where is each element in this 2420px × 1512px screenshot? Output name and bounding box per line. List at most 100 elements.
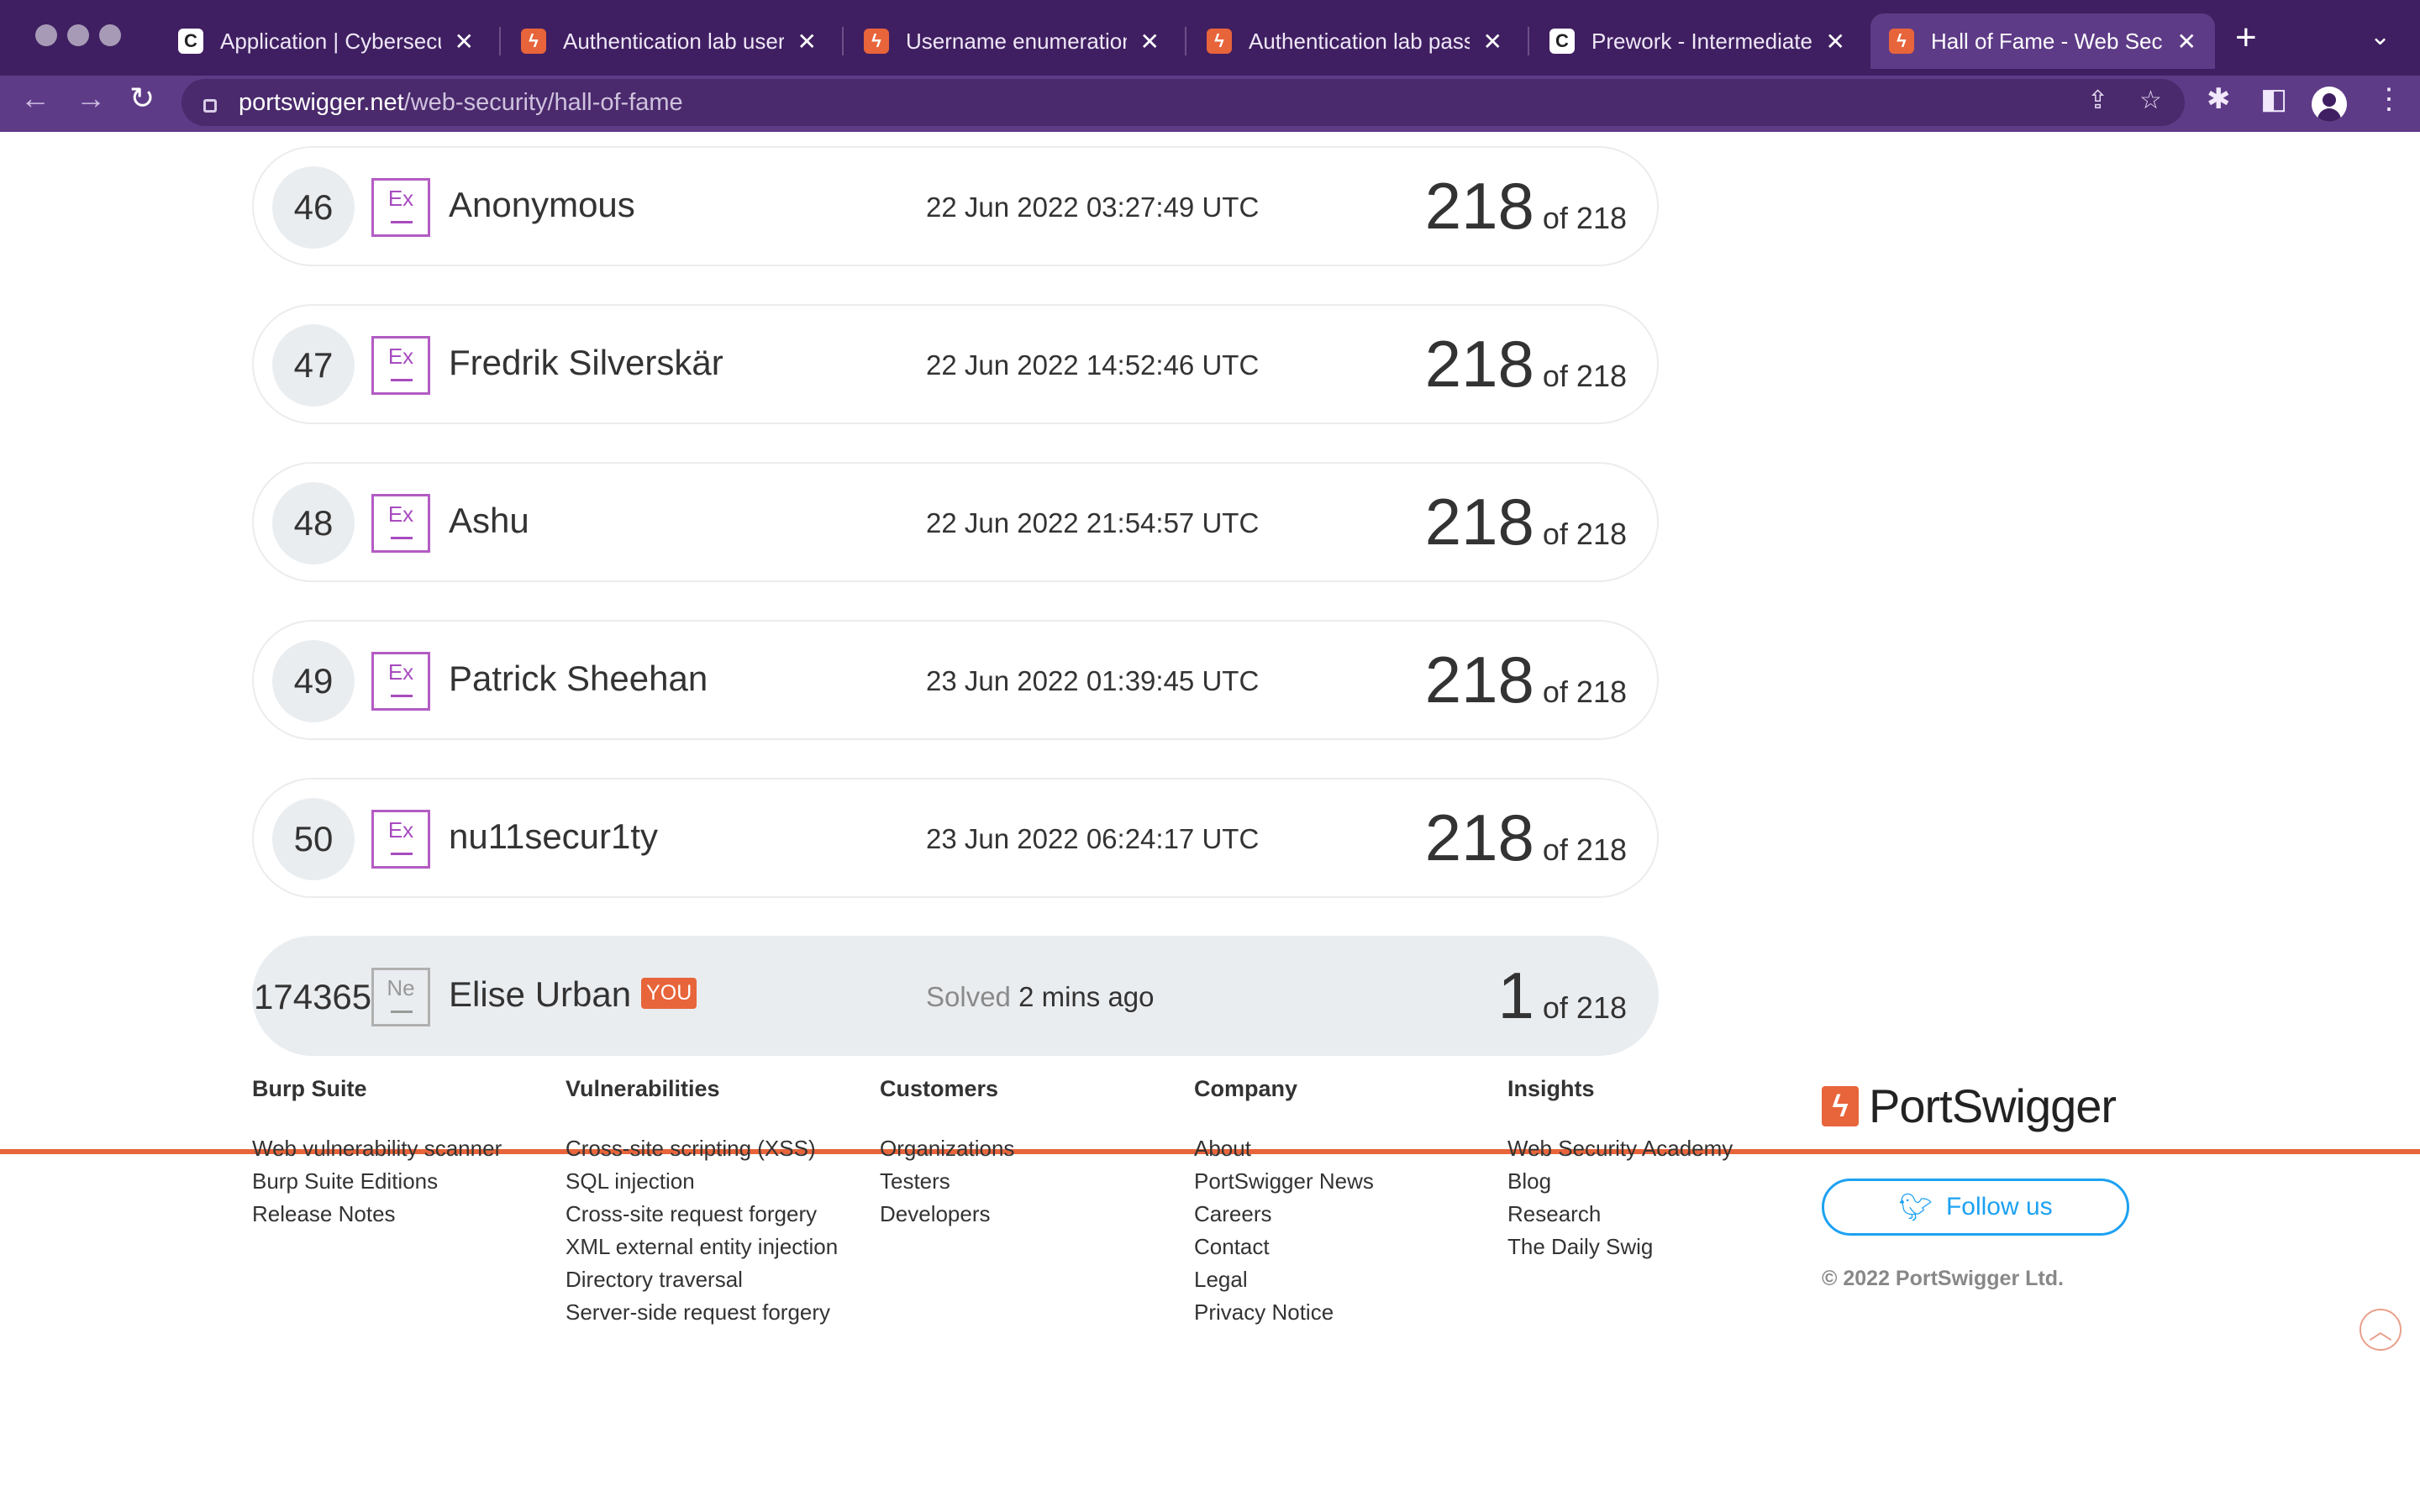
rank-circle: 48: [272, 482, 355, 564]
footer-link[interactable]: XML external entity injection: [566, 1231, 838, 1263]
close-icon[interactable]: ✕: [455, 28, 474, 55]
footer-link[interactable]: Blog: [1507, 1165, 1733, 1198]
solved-status: Solved 2 mins ago: [926, 981, 1155, 1012]
chevron-up-circle-icon[interactable]: ︿: [2360, 1309, 2402, 1351]
footer-link[interactable]: PortSwigger News: [1194, 1165, 1374, 1198]
user-name: Fredrik Silverskär: [449, 343, 723, 382]
completion-date: 23 Jun 2022 01:39:45 UTC: [926, 665, 1260, 696]
portswigger-logo[interactable]: ϟ PortSwigger: [1822, 1079, 2117, 1133]
score: 1 of 218: [1497, 958, 1627, 1032]
close-icon[interactable]: ✕: [1826, 28, 1845, 55]
footer-heading: Burp Suite: [252, 1076, 367, 1101]
rank-circle: 46: [272, 166, 355, 249]
forward-arrow-icon[interactable]: →: [76, 81, 106, 116]
browser-chrome: C Application | Cybersecur ✕ ϟ Authentic…: [0, 0, 2420, 132]
logo-wordmark: PortSwigger: [1869, 1079, 2117, 1132]
footer-link[interactable]: Cross-site scripting (XSS): [566, 1132, 838, 1165]
tab-divider: [1185, 27, 1186, 55]
completion-date: 22 Jun 2022 14:52:46 UTC: [926, 349, 1260, 381]
twitter-bird-icon: 🐦︎: [1898, 1192, 1933, 1222]
browser-tab[interactable]: ϟ Username enumeration v ✕: [845, 13, 1178, 69]
footer-link[interactable]: Web vulnerability scanner: [252, 1132, 502, 1165]
browser-tab[interactable]: C Prework - Intermediate C ✕: [1531, 13, 1864, 69]
reload-icon[interactable]: ↻: [129, 81, 155, 116]
footer-column-company: Company About PortSwigger News Careers C…: [1194, 1076, 1374, 1329]
footer-heading: Insights: [1507, 1076, 1595, 1101]
follow-us-button[interactable]: 🐦︎ Follow us: [1822, 1179, 2129, 1236]
address-bar[interactable]: portswigger.net/web-security/hall-of-fam…: [182, 79, 2185, 126]
rank-circle: 50: [272, 798, 355, 880]
footer-link[interactable]: Server-side request forgery: [566, 1296, 838, 1329]
footer-link[interactable]: Cross-site request forgery: [566, 1198, 838, 1231]
user-name: Elise Urban YOU: [449, 974, 697, 1015]
browser-tab[interactable]: ϟ Authentication lab usern ✕: [502, 13, 835, 69]
footer-column-customers: Customers Organizations Testers Develope…: [880, 1076, 1014, 1231]
completion-date: 22 Jun 2022 21:54:57 UTC: [926, 507, 1260, 538]
tab-divider: [1528, 27, 1529, 55]
footer-link[interactable]: The Daily Swig: [1507, 1231, 1733, 1263]
cybersecurity-favicon-icon: C: [178, 29, 203, 54]
minimize-window-button[interactable]: [67, 24, 89, 46]
maximize-window-button[interactable]: [99, 24, 121, 46]
portswigger-mark-icon: ϟ: [1822, 1085, 1859, 1126]
footer-column-vulnerabilities: Vulnerabilities Cross-site scripting (XS…: [566, 1076, 838, 1329]
rank-circle: 47: [272, 324, 355, 407]
tab-strip: C Application | Cybersecur ✕ ϟ Authentic…: [0, 0, 2420, 76]
score: 218 of 218: [1424, 485, 1627, 559]
footer-link[interactable]: Research: [1507, 1198, 1733, 1231]
footer-link[interactable]: Careers: [1194, 1198, 1374, 1231]
side-panel-icon[interactable]: ◧: [2260, 82, 2287, 116]
completion-date: 23 Jun 2022 06:24:17 UTC: [926, 823, 1260, 854]
leaderboard-row: 47 Ex Fredrik Silverskär 22 Jun 2022 14:…: [252, 304, 1659, 424]
footer-link[interactable]: Web Security Academy: [1507, 1132, 1733, 1165]
expert-badge-icon: Ex: [371, 178, 430, 237]
footer-link[interactable]: About: [1194, 1132, 1374, 1165]
expert-badge-icon: Ex: [371, 494, 430, 553]
footer-heading: Vulnerabilities: [566, 1076, 720, 1101]
footer-link[interactable]: Developers: [880, 1198, 1014, 1231]
score: 218 of 218: [1424, 801, 1627, 874]
close-window-button[interactable]: [35, 24, 57, 46]
browser-tab-active[interactable]: ϟ Hall of Fame - Web Secu ✕: [1870, 13, 2215, 69]
footer-link[interactable]: Release Notes: [252, 1198, 502, 1231]
star-icon[interactable]: ☆: [2139, 86, 2162, 115]
close-icon[interactable]: ✕: [2177, 28, 2196, 55]
user-name: Patrick Sheehan: [449, 659, 708, 698]
back-arrow-icon[interactable]: ←: [20, 81, 50, 116]
browser-tab[interactable]: ϟ Authentication lab passw ✕: [1188, 13, 1521, 69]
footer-link[interactable]: Organizations: [880, 1132, 1014, 1165]
close-icon[interactable]: ✕: [1483, 28, 1502, 55]
close-icon[interactable]: ✕: [1140, 28, 1160, 55]
avatar-icon[interactable]: [2312, 87, 2347, 122]
footer-column-burp-suite: Burp Suite Web vulnerability scanner Bur…: [252, 1076, 502, 1231]
close-icon[interactable]: ✕: [797, 28, 817, 55]
footer-link[interactable]: Directory traversal: [566, 1263, 838, 1296]
browser-tab[interactable]: C Application | Cybersecur ✕: [160, 13, 492, 69]
your-rank: 174365: [254, 977, 372, 1016]
copyright-text: © 2022 PortSwigger Ltd.: [1822, 1267, 2064, 1290]
score: 218 of 218: [1424, 327, 1627, 401]
footer-link[interactable]: SQL injection: [566, 1165, 838, 1198]
footer-link[interactable]: Legal: [1194, 1263, 1374, 1296]
rank-circle: 49: [272, 640, 355, 722]
leaderboard-row: 46 Ex Anonymous 22 Jun 2022 03:27:49 UTC…: [252, 146, 1659, 266]
score: 218 of 218: [1424, 643, 1627, 717]
new-tab-plus-icon[interactable]: +: [2235, 17, 2257, 59]
footer-link[interactable]: Contact: [1194, 1231, 1374, 1263]
lock-icon[interactable]: [203, 99, 217, 113]
footer-heading: Company: [1194, 1076, 1298, 1101]
you-badge: YOU: [641, 978, 697, 1010]
completion-date: 22 Jun 2022 03:27:49 UTC: [926, 192, 1260, 223]
puzzle-icon[interactable]: ✱: [2207, 82, 2231, 116]
footer-link[interactable]: Testers: [880, 1165, 1014, 1198]
kebab-menu-icon[interactable]: ⋮: [2375, 82, 2403, 116]
footer-link[interactable]: Privacy Notice: [1194, 1296, 1374, 1329]
your-leaderboard-row: 174365 Ne Elise Urban YOU Solved 2 mins a…: [252, 936, 1659, 1056]
url-text[interactable]: portswigger.net/web-security/hall-of-fam…: [239, 89, 683, 117]
share-icon[interactable]: ⇪: [2087, 86, 2108, 115]
portswigger-favicon-icon: ϟ: [1207, 29, 1232, 54]
expert-badge-icon: Ex: [371, 652, 430, 711]
tab-search-chevron-icon[interactable]: ⌄: [2370, 22, 2391, 51]
footer-link[interactable]: Burp Suite Editions: [252, 1165, 502, 1198]
follow-us-label: Follow us: [1945, 1193, 2053, 1221]
